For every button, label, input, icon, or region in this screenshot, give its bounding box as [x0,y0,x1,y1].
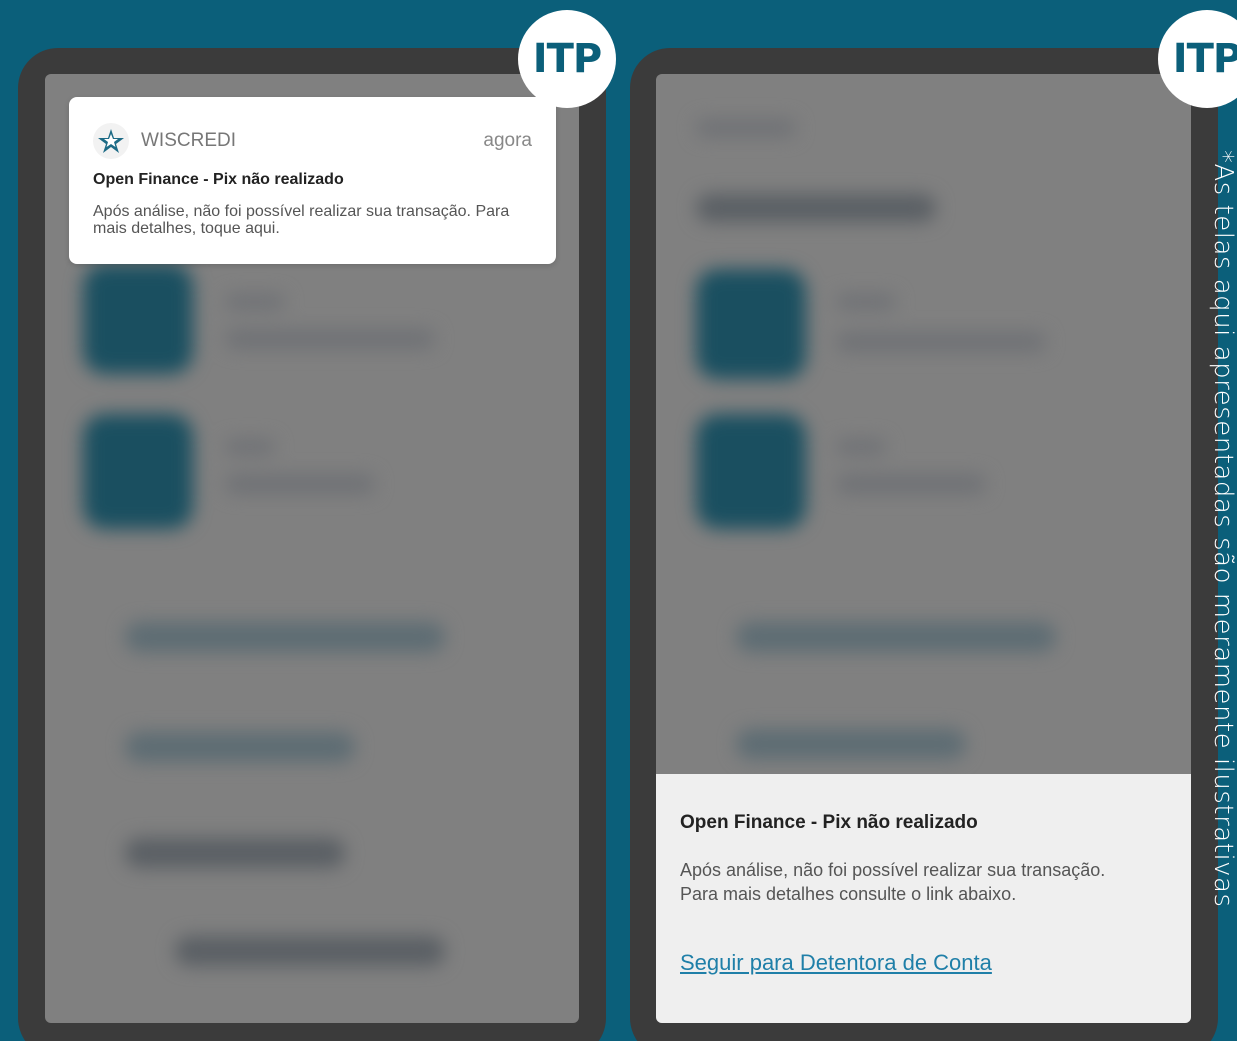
notification-body: Após análise, não foi possível realizar … [93,203,510,237]
disclaimer-text: *As telas aqui apresentadas são merament… [1208,150,1237,908]
screen-right: Open Finance - Pix não realizado Após an… [656,74,1191,1023]
push-notification[interactable]: WISCREDI agora Open Finance - Pix não re… [69,97,556,264]
account-holder-link[interactable]: Seguir para Detentora de Conta [680,950,992,976]
sheet-body: Após análise, não foi possível realizar … [680,860,1106,904]
sheet-title: Open Finance - Pix não realizado [680,812,978,833]
notification-app-name: WISCREDI [141,130,236,151]
notification-title: Open Finance - Pix não realizado [93,171,344,188]
notification-time: agora [483,130,532,151]
itp-badge: ITP [518,10,616,108]
bottom-sheet: Open Finance - Pix não realizado Após an… [656,774,1191,1023]
wiscredi-logo-icon [93,123,129,159]
phone-frame-right: Open Finance - Pix não realizado Após an… [630,48,1218,1041]
